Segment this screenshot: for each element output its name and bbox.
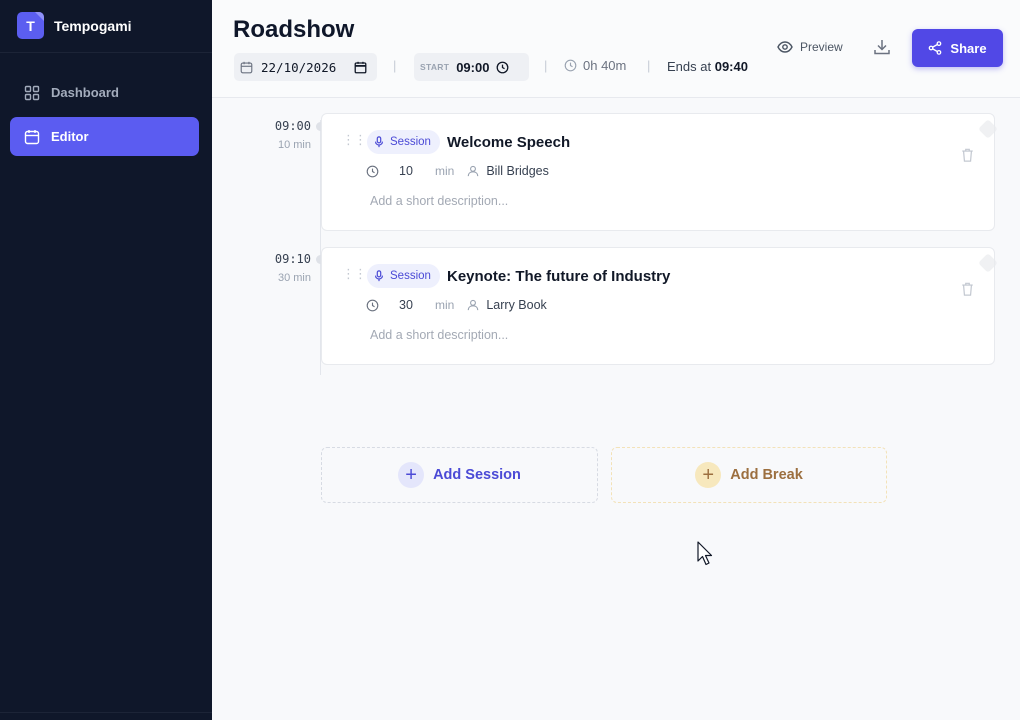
duration-unit: min — [435, 298, 455, 312]
calendar-picker-icon[interactable] — [354, 61, 367, 74]
total-duration: 0h 40m — [564, 58, 626, 73]
brand[interactable]: T Tempogami — [17, 12, 132, 39]
speaker-field[interactable]: Larry Book — [486, 298, 546, 312]
time-marker: 09:00 10 min — [275, 119, 311, 151]
duration-field[interactable]: 30 — [399, 298, 429, 312]
date-value: 22/10/2026 — [261, 59, 337, 75]
agenda-card[interactable]: ⋮⋮ Session Keynote: The future of Indust… — [321, 247, 998, 365]
sidebar-divider — [0, 52, 212, 53]
grid-icon — [24, 85, 40, 100]
time-length: 30 min — [277, 272, 311, 284]
plus-icon: + — [398, 462, 425, 488]
description-field[interactable]: Add a short description... — [370, 328, 508, 342]
session-title[interactable]: Welcome Speech — [447, 134, 570, 151]
divider: | — [393, 58, 397, 73]
sidebar-item-label: Dashboard — [51, 85, 119, 100]
calendar-icon — [240, 61, 253, 73]
clock-icon — [366, 165, 379, 177]
clock-icon — [366, 299, 379, 311]
start-time-input[interactable]: START 09:00 — [414, 53, 529, 81]
download-icon — [874, 40, 890, 55]
time-marker: 09:10 30 min — [275, 252, 311, 284]
date-input[interactable]: 22/10/2026 — [234, 53, 377, 81]
duration-field[interactable]: 10 — [399, 164, 429, 178]
drag-handle-icon[interactable]: ⋮⋮ — [342, 267, 367, 280]
user-icon — [468, 165, 479, 177]
app-logo: T — [17, 12, 44, 39]
divider: | — [647, 58, 651, 73]
add-break-button[interactable]: + Add Break — [611, 447, 887, 503]
agenda-card[interactable]: ⋮⋮ Session Welcome Speech 10 min Bill Br… — [321, 113, 998, 231]
microphone-icon — [374, 136, 384, 148]
description-field[interactable]: Add a short description... — [370, 194, 508, 208]
preview-button[interactable]: Preview — [777, 40, 843, 54]
time-value: 09:00 — [274, 119, 311, 133]
type-label: Session — [390, 270, 431, 282]
type-badge[interactable]: Session — [367, 264, 440, 288]
ends-value: 09:40 — [714, 59, 748, 74]
sidebar-item-dashboard[interactable]: Dashboard — [10, 73, 199, 112]
trash-icon[interactable] — [961, 148, 974, 162]
download-button[interactable] — [873, 38, 891, 61]
duration-value: 0h 40m — [583, 58, 627, 73]
share-icon — [929, 41, 942, 55]
add-session-button[interactable]: + Add Session — [321, 447, 598, 503]
add-session-label: Add Session — [433, 467, 521, 483]
share-label: Share — [950, 40, 987, 56]
sidebar: T Tempogami Dashboard Editor — [0, 0, 212, 720]
end-time: Ends at 09:40 — [667, 59, 748, 74]
time-value: 09:10 — [274, 252, 311, 266]
user-icon — [468, 299, 479, 311]
header: Roadshow 22/10/2026 | START 09:00 | 0h 4… — [212, 0, 1020, 98]
add-break-label: Add Break — [730, 467, 803, 483]
sidebar-item-editor[interactable]: Editor — [10, 117, 199, 156]
eye-icon — [777, 41, 793, 53]
sidebar-item-label: Editor — [51, 129, 89, 144]
corner-fold — [978, 253, 998, 273]
ends-label: Ends at — [667, 59, 712, 74]
type-label: Session — [390, 136, 431, 148]
preview-label: Preview — [800, 40, 843, 54]
plus-icon: + — [695, 462, 722, 488]
type-badge[interactable]: Session — [367, 130, 440, 154]
session-title[interactable]: Keynote: The future of Industry — [447, 268, 670, 285]
start-label: START — [420, 62, 450, 72]
clock-icon — [564, 59, 577, 72]
drag-handle-icon[interactable]: ⋮⋮ — [342, 133, 367, 146]
time-length: 10 min — [277, 139, 311, 151]
corner-fold — [978, 119, 998, 139]
mouse-cursor-icon — [697, 541, 713, 566]
session-meta: 30 min Larry Book — [366, 298, 547, 312]
start-time-value: 09:00 — [456, 59, 490, 75]
trash-icon[interactable] — [961, 282, 974, 296]
speaker-field[interactable]: Bill Bridges — [486, 164, 549, 178]
microphone-icon — [374, 270, 384, 282]
sidebar-divider — [0, 712, 212, 713]
page-title[interactable]: Roadshow — [233, 16, 354, 44]
session-meta: 10 min Bill Bridges — [366, 164, 549, 178]
divider: | — [544, 58, 548, 73]
calendar-icon — [24, 129, 40, 144]
share-button[interactable]: Share — [912, 29, 1003, 67]
duration-unit: min — [435, 164, 455, 178]
clock-icon[interactable] — [496, 61, 509, 74]
app-name: Tempogami — [54, 17, 132, 34]
